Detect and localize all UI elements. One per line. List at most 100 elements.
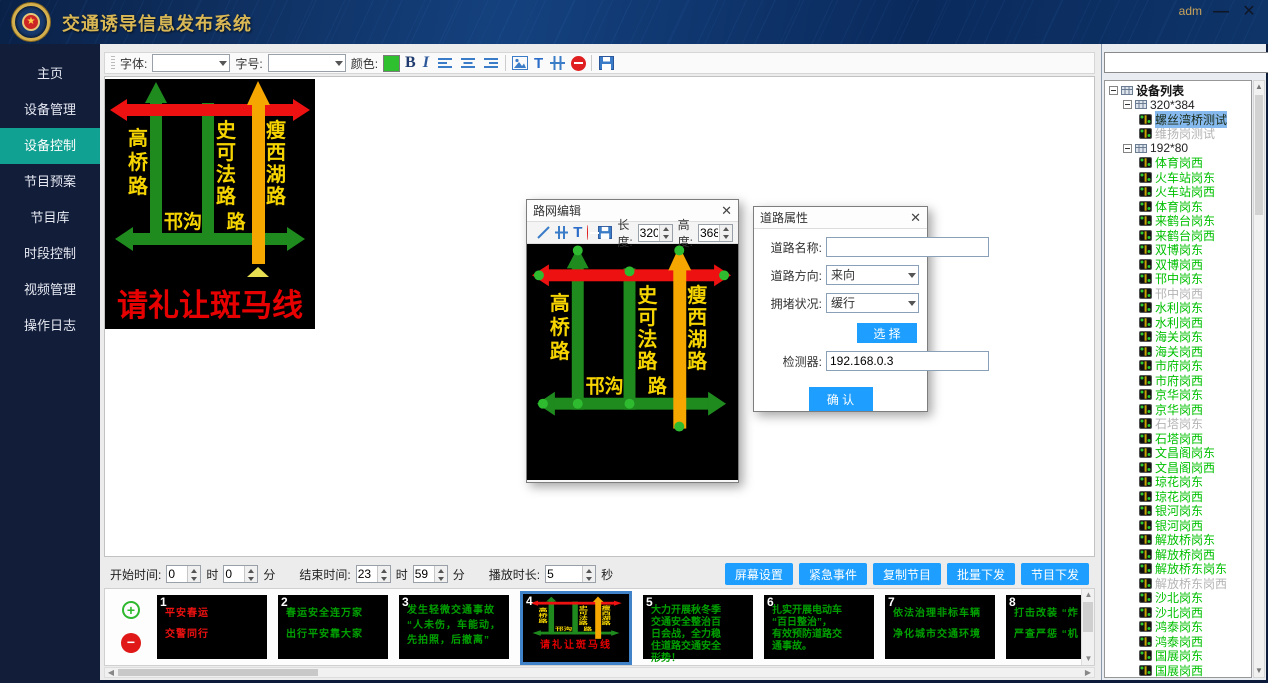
traffic-sign-icon <box>1139 259 1152 270</box>
program-thumbnail[interactable]: 7依法治理非标车辆净化城市交通环境 <box>885 595 995 659</box>
spinner-up-icon[interactable] <box>583 566 595 574</box>
sidebar-item[interactable]: 节目库 <box>0 200 100 236</box>
tree-vertical-scrollbar[interactable]: ▲ ▼ <box>1253 80 1265 678</box>
spinner-up-icon[interactable] <box>378 566 390 574</box>
close-icon[interactable]: ✕ <box>721 204 732 217</box>
spinner-up-icon[interactable] <box>720 225 732 233</box>
program-thumbnail[interactable]: 2春运安全连万家出行平安靠大家 <box>278 595 388 659</box>
user-name[interactable]: adm <box>1179 4 1202 18</box>
text-tool-button[interactable]: T <box>534 55 543 72</box>
strip-vertical-scrollbar[interactable]: ▲ ▼ <box>1081 589 1094 665</box>
device-search-input[interactable] <box>1104 52 1268 73</box>
end-minute-input[interactable] <box>414 566 434 582</box>
select-button[interactable]: 选 择 <box>857 323 917 343</box>
height-input[interactable] <box>699 225 719 241</box>
spinner-down-icon[interactable] <box>245 574 257 582</box>
spinner-down-icon[interactable] <box>378 574 390 582</box>
expand-collapse-icon[interactable] <box>1123 100 1132 109</box>
minimize-button[interactable]: — <box>1210 2 1232 22</box>
start-hour-input[interactable] <box>167 566 187 582</box>
scrollbar-thumb[interactable] <box>1083 602 1093 632</box>
spinner-up-icon[interactable] <box>188 566 200 574</box>
remove-program-button[interactable]: − <box>121 633 141 653</box>
sidebar-item[interactable]: 视频管理 <box>0 272 100 308</box>
scroll-down-icon[interactable]: ▼ <box>1254 665 1264 677</box>
program-thumbnail[interactable]: 5大力开展秋冬季交通安全整治百日会战，全力稳住道路交通安全形势！ <box>643 595 753 659</box>
delete-tool-button[interactable] <box>587 225 588 240</box>
font-select[interactable] <box>152 54 230 72</box>
close-button[interactable]: ✕ <box>1238 2 1260 22</box>
congestion-select[interactable]: 缓行 <box>826 293 919 313</box>
align-right-button[interactable] <box>482 55 500 71</box>
dialog-titlebar[interactable]: 道路属性 ✕ <box>754 207 927 229</box>
end-hour-input[interactable] <box>357 566 377 582</box>
program-thumbnail[interactable]: 8打击改装 “炸严查严惩 “机 <box>1006 595 1081 659</box>
confirm-button[interactable]: 确 认 <box>809 387 873 411</box>
road-direction-select[interactable]: 来向 <box>826 265 919 285</box>
sidebar-item[interactable]: 设备管理 <box>0 92 100 128</box>
sidebar-item[interactable]: 节目预案 <box>0 164 100 200</box>
save-button[interactable] <box>598 225 612 241</box>
expand-collapse-icon[interactable] <box>1123 144 1132 153</box>
spinner-down-icon[interactable] <box>720 233 732 241</box>
scrollbar-thumb[interactable] <box>1255 95 1263 215</box>
program-thumbnail[interactable]: 1平安春运交警同行 <box>157 595 267 659</box>
spinner-up-icon[interactable] <box>245 566 257 574</box>
image-tool-button[interactable] <box>511 55 529 71</box>
program-thumbnail[interactable]: 3发生轻微交通事故“人未伤，车能动，先拍照，后撤离” <box>399 595 509 659</box>
road-network-tool-button[interactable] <box>548 55 566 71</box>
spinner-down-icon[interactable] <box>583 574 595 582</box>
tree-device-item[interactable]: 国展岗西 <box>1105 663 1251 678</box>
action-button[interactable]: 批量下发 <box>947 563 1015 585</box>
text-tool-button[interactable]: T <box>573 224 582 241</box>
action-button[interactable]: 紧急事件 <box>799 563 867 585</box>
scroll-up-icon[interactable]: ▲ <box>1254 81 1264 93</box>
strip-horizontal-scrollbar[interactable]: ◀ ▶ <box>104 667 1095 678</box>
length-input[interactable] <box>639 225 659 241</box>
sidebar-item[interactable]: 时段控制 <box>0 236 100 272</box>
expand-collapse-icon[interactable] <box>1109 86 1118 95</box>
crossing-tool-button[interactable] <box>555 225 568 241</box>
italic-button[interactable]: I <box>421 54 431 72</box>
road-name-input[interactable] <box>826 237 989 257</box>
traffic-sign-icon <box>1139 433 1152 444</box>
line-tool-button[interactable] <box>537 225 550 241</box>
scroll-right-icon[interactable]: ▶ <box>1082 668 1094 677</box>
roadnet-edit-canvas[interactable]: 高桥路史可法路瘦西湖路邗沟路 <box>527 244 738 480</box>
close-icon[interactable]: ✕ <box>910 211 921 224</box>
duration-input[interactable] <box>546 566 582 582</box>
scrollbar-thumb[interactable] <box>118 669 318 676</box>
bold-button[interactable]: B <box>405 54 416 72</box>
tree-device-item[interactable]: 维扬岗测试 <box>1105 127 1251 142</box>
sidebar-item[interactable]: 操作日志 <box>0 308 100 344</box>
spinner-down-icon[interactable] <box>660 233 672 241</box>
action-button[interactable]: 复制节目 <box>873 563 941 585</box>
add-program-button[interactable]: + <box>122 601 140 619</box>
start-minute-input[interactable] <box>224 566 244 582</box>
action-button[interactable]: 屏幕设置 <box>725 563 793 585</box>
align-left-button[interactable] <box>436 55 454 71</box>
scroll-up-icon[interactable]: ▲ <box>1082 589 1095 601</box>
scroll-down-icon[interactable]: ▼ <box>1082 653 1095 665</box>
mini-road-diagram: 高桥路史可法路瘦西湖路邗沟路 <box>528 596 624 640</box>
sign-preview[interactable]: 高桥路史可法路瘦西湖路邗沟路请礼让斑马线 <box>105 79 315 329</box>
program-thumbnail[interactable]: 4高桥路史可法路瘦西湖路邗沟路请礼让斑马线 <box>520 591 632 665</box>
toolbar-grip[interactable] <box>111 56 115 70</box>
color-swatch[interactable] <box>383 55 400 72</box>
design-canvas[interactable]: 高桥路史可法路瘦西湖路邗沟路请礼让斑马线 路网编辑 ✕ T 长度: <box>104 76 1095 557</box>
align-center-button[interactable] <box>459 55 477 71</box>
scroll-left-icon[interactable]: ◀ <box>105 668 117 677</box>
spinner-down-icon[interactable] <box>435 574 447 582</box>
spinner-up-icon[interactable] <box>435 566 447 574</box>
sidebar-item[interactable]: 设备控制 <box>0 128 100 164</box>
spinner-down-icon[interactable] <box>188 574 200 582</box>
tree-root[interactable]: 设备列表 <box>1105 83 1251 98</box>
program-thumbnail[interactable]: 6扎实开展电动车“百日整治”，有效预防道路交通事故。 <box>764 595 874 659</box>
action-button[interactable]: 节目下发 <box>1021 563 1089 585</box>
delete-tool-button[interactable] <box>571 56 586 71</box>
sidebar-item[interactable]: 主页 <box>0 56 100 92</box>
size-select[interactable] <box>268 54 346 72</box>
save-button[interactable] <box>597 55 615 71</box>
detector-input[interactable] <box>826 351 989 371</box>
spinner-up-icon[interactable] <box>660 225 672 233</box>
